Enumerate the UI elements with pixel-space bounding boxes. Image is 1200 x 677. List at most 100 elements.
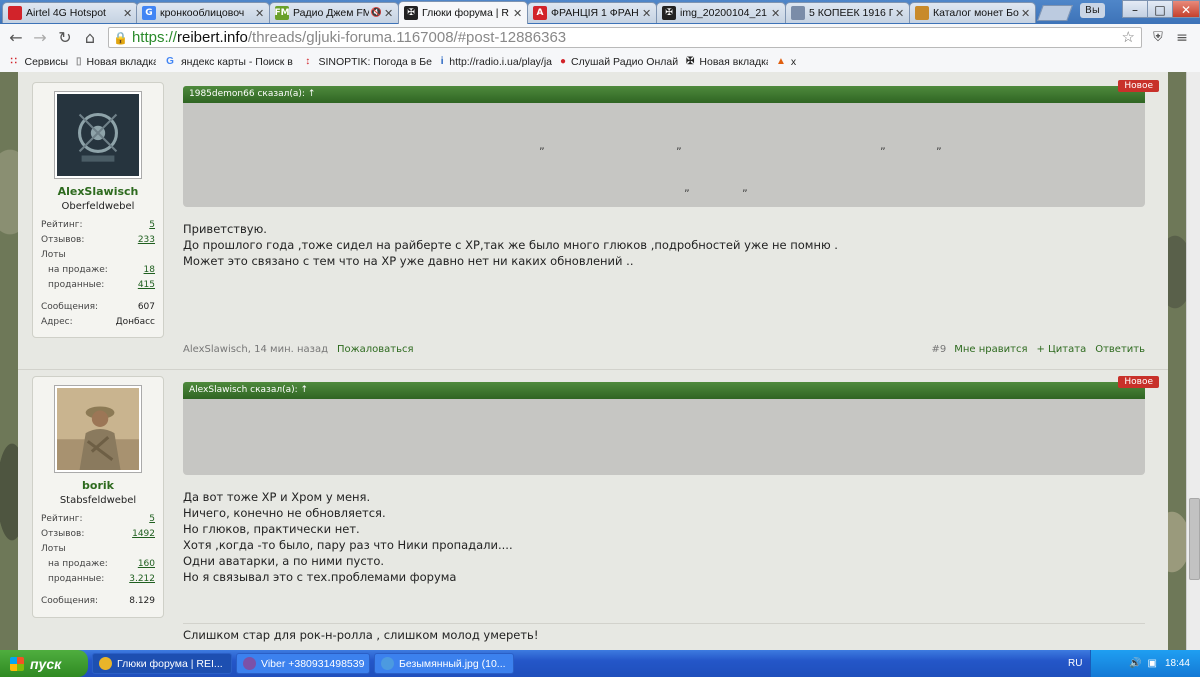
tab[interactable]: ✠ img_20200104_21 ✕ [656, 2, 786, 23]
report-link[interactable]: Пожаловаться [337, 344, 414, 355]
close-window-button[interactable]: ✕ [1172, 0, 1200, 18]
quote-author[interactable]: AlexSlawisch сказал(а): ↑ [189, 385, 308, 395]
stat-value[interactable]: 160 [138, 557, 155, 572]
stat-value[interactable]: 5 [149, 218, 155, 233]
back-icon[interactable]: ← [6, 28, 26, 48]
reload-icon[interactable]: ↻ [55, 28, 75, 48]
tab-close-icon[interactable]: ✕ [384, 7, 394, 20]
stat-label: Адрес: [41, 317, 73, 327]
lock-icon: 🔒 [113, 30, 128, 45]
bookmark-item[interactable]: ✠ Новая вкладка [686, 56, 768, 68]
post-author-time[interactable]: AlexSlawisch, 14 мин. назад [183, 344, 328, 355]
tab-close-icon[interactable]: ✕ [642, 7, 652, 20]
start-button[interactable]: пуск [0, 650, 88, 677]
new-tab-button[interactable] [1037, 5, 1073, 21]
network-icon[interactable]: ▣ [1148, 658, 1157, 669]
stat-value[interactable]: 1492 [132, 527, 155, 542]
tab-close-icon[interactable]: ✕ [123, 7, 133, 20]
clock[interactable]: 18:44 [1165, 658, 1190, 669]
i-icon: i [440, 55, 444, 67]
stat-value[interactable]: 415 [138, 278, 155, 293]
taskbar-button[interactable]: Безымянный.jpg (10... [374, 653, 514, 674]
tab[interactable]: A ФРАНЦІЯ 1 ФРАН ✕ [527, 2, 657, 23]
stat-value[interactable]: 233 [138, 233, 155, 248]
flame-icon: ▲ [776, 55, 786, 67]
language-indicator[interactable]: RU [1068, 650, 1082, 677]
stat-value[interactable]: 18 [144, 263, 155, 278]
home-icon[interactable]: ⌂ [80, 28, 100, 48]
bookmark-item[interactable]: i http://radio.i.ua/play/ja [440, 56, 552, 68]
stat-label: на продаже: [48, 559, 108, 569]
tab-close-icon[interactable]: ✕ [1021, 7, 1031, 20]
stat-value[interactable]: 5 [149, 512, 155, 527]
taskbar-button[interactable]: Глюки форума | REI... [92, 653, 232, 674]
tab[interactable]: 5 КОПЕЕК 1916 Г ✕ [785, 2, 910, 23]
profile-button[interactable]: Вы [1080, 3, 1105, 18]
volume-icon[interactable]: 🔊 [1129, 658, 1141, 669]
stat-value[interactable]: 3.212 [129, 572, 155, 587]
maximize-button[interactable]: □ [1147, 0, 1173, 18]
tab-close-icon[interactable]: ✕ [895, 7, 905, 20]
muted-speaker-icon[interactable]: 🔇 [371, 8, 382, 18]
tab-close-icon[interactable]: ✕ [771, 7, 781, 20]
tab-title: 5 КОПЕЕК 1916 Г [809, 7, 893, 19]
address-bar[interactable]: 🔒 https:// reibert.info /threads/gljuki-… [108, 27, 1142, 48]
avatar[interactable] [54, 385, 142, 473]
quote-header[interactable]: 1985demon66 сказал(а): ↑ [183, 86, 1145, 103]
taskbar-button-label: Viber +380931498539 [261, 657, 365, 670]
tab[interactable]: Gкронкооблицовоч ✕ [136, 2, 270, 23]
stat-label: Рейтинг: [41, 514, 83, 524]
username-link[interactable]: borik [33, 479, 163, 492]
doc-favicon-icon [791, 6, 805, 20]
shield-icon[interactable]: ⛨ [1148, 28, 1168, 48]
user-stat-row: Отзывов: 1492 [33, 527, 163, 542]
message-text: Да вот тоже ХР и Хром у меня. Ничего, кон… [183, 489, 1145, 585]
tab-close-icon[interactable]: ✕ [513, 7, 523, 20]
tab-close-icon[interactable]: ✕ [255, 7, 265, 20]
forward-icon[interactable]: → [30, 28, 50, 48]
tab[interactable]: ✠ Глюки форума | R ✕ [398, 1, 528, 24]
minimize-button[interactable]: – [1122, 0, 1148, 18]
tab[interactable]: Airtel 4G Hotspot ✕ [2, 2, 138, 23]
bookmark-item[interactable]: ▲ x [776, 56, 796, 68]
avatar[interactable] [54, 91, 142, 179]
message-line: Ничего, конечно не обновляется. [183, 506, 386, 520]
tab[interactable]: Каталог монет Бо ✕ [909, 2, 1036, 23]
bookmark-star-icon[interactable]: ☆ [1122, 28, 1135, 46]
stat-label: Лоты [41, 250, 66, 260]
bookmark-item[interactable]: ● Слушай Радио Онлайн [560, 56, 678, 68]
menu-icon[interactable]: ≡ [1172, 28, 1192, 48]
reply-link[interactable]: Ответить [1095, 344, 1145, 355]
apps-grid-icon: ∷ [10, 55, 17, 67]
like-link[interactable]: Мне нравится [954, 344, 1027, 355]
bookmark-item[interactable]: ▯ Новая вкладка [76, 56, 156, 68]
page-viewport: AlexSlawisch Oberfeldwebel Рейтинг: 5 Отзы… [0, 72, 1186, 650]
stat-label: Отзывов: [41, 529, 85, 539]
user-stat-row: Рейтинг: 5 [33, 512, 163, 527]
post-number[interactable]: #9 [931, 344, 946, 355]
url-scheme: https:// [131, 29, 177, 46]
stat-label: проданные: [48, 280, 105, 290]
tab-title: Глюки форума | R [422, 7, 510, 19]
page-scrollbar[interactable] [1186, 72, 1200, 650]
tab-title: Радио Джем FM [293, 7, 369, 19]
quote-header[interactable]: AlexSlawisch сказал(а): ↑ [183, 382, 1145, 399]
stat-value: 8.129 [129, 596, 155, 606]
bookmark-item[interactable]: ↕ SINOPTIK: Погода в Бе [302, 56, 432, 68]
user-stat-row: Адрес: Донбасс [33, 315, 163, 330]
user-stat-row: проданные: 415 [33, 278, 163, 293]
scrollbar-thumb[interactable] [1189, 498, 1200, 580]
stat-label: Сообщения: [41, 302, 99, 312]
message-line: Но глюков, практически нет. [183, 522, 360, 536]
quote-author[interactable]: 1985demon66 сказал(а): ↑ [189, 89, 315, 99]
bookmark-label: x [790, 55, 796, 68]
username-link[interactable]: AlexSlawisch [33, 185, 163, 198]
taskbar-button[interactable]: Viber +380931498539 [236, 653, 370, 674]
stat-label: Рейтинг: [41, 220, 83, 230]
quote-link[interactable]: + Цитата [1036, 344, 1086, 355]
message-line: Но я связывал это с тех.проблемами форум… [183, 570, 457, 584]
bookmark-label: Новая вкладка [86, 55, 156, 68]
bookmark-item[interactable]: ∷ Сервисы [8, 56, 68, 68]
bookmark-item[interactable]: Gяндекс карты - Поиск в [164, 56, 294, 68]
tab[interactable]: FM Радио Джем FM 🔇 ✕ [269, 2, 399, 23]
